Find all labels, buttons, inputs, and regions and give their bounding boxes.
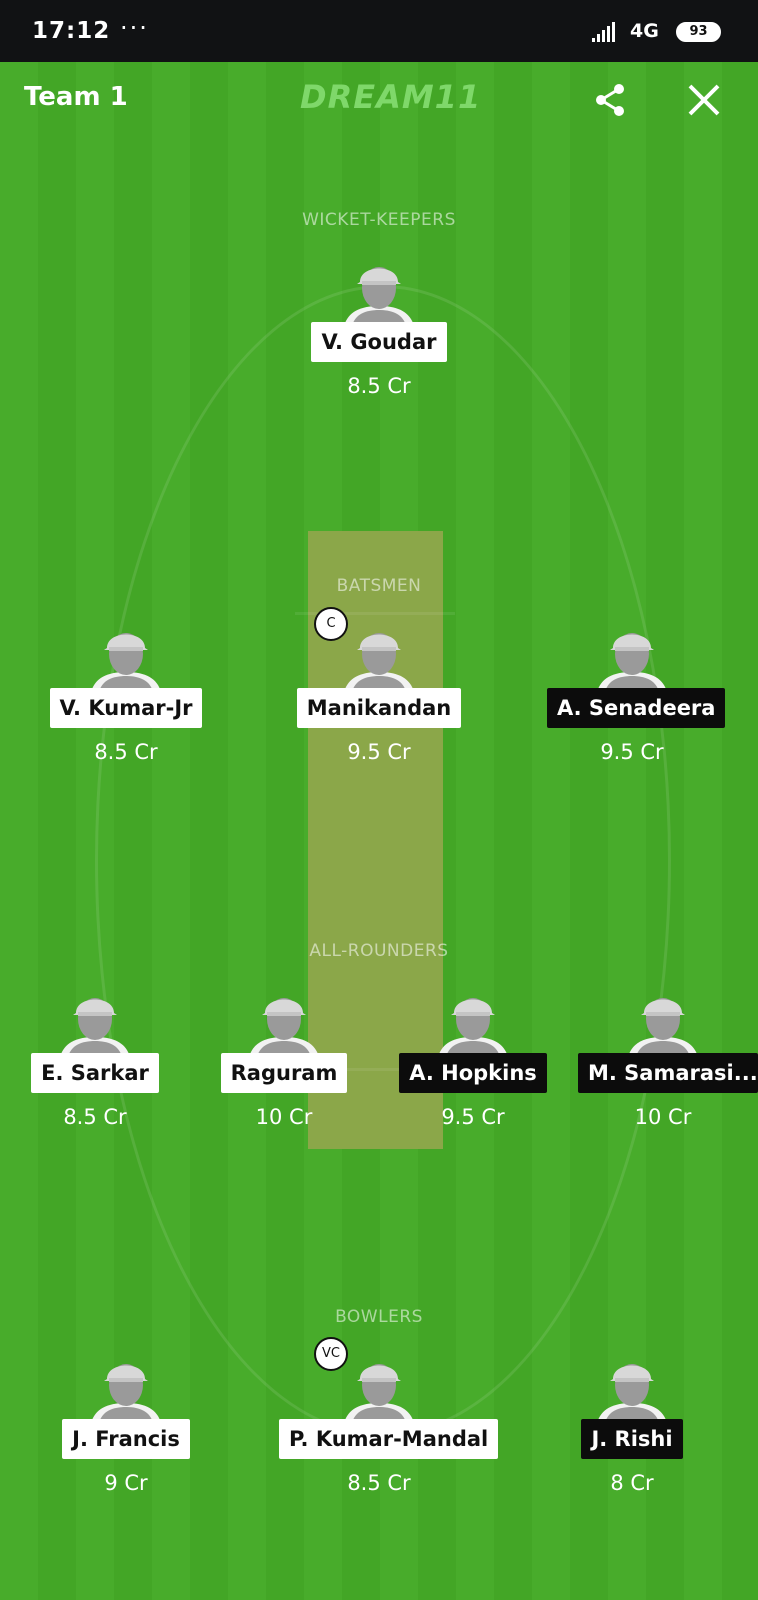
section-label-bowlers: BOWLERS [335,1307,423,1327]
captain-badge: C [314,607,348,641]
player-card[interactable]: E. Sarkar 8.5 Cr [10,985,180,1129]
player-credits: 10 Cr [634,1105,692,1129]
battery-indicator: 93 [676,22,721,42]
status-bar: 17:12 ··· 4G 93 [0,0,758,62]
player-silhouette-icon [60,998,130,1057]
share-icon[interactable] [592,82,628,118]
player-card[interactable]: J. Rishi 8 Cr [547,1351,717,1495]
player-silhouette-icon [249,998,319,1057]
player-credits: 8.5 Cr [347,374,411,398]
player-credits: 10 Cr [255,1105,313,1129]
player-silhouette-icon [597,1364,667,1423]
player-name: M. Samarasi... [578,1053,758,1093]
player-name: A. Hopkins [399,1053,547,1093]
section-label-all-rounders: ALL-ROUNDERS [309,941,449,961]
player-name: A. Senadeera [547,688,726,728]
dream11-logo: DREAM11 [300,78,482,116]
vice-captain-badge: VC [314,1337,348,1371]
player-credits: 8.5 Cr [63,1105,127,1129]
player-silhouette-icon [91,633,161,692]
player-silhouette-icon [344,633,414,692]
player-silhouette-icon [628,998,698,1057]
player-card[interactable]: A. Senadeera 9.5 Cr [547,620,726,764]
player-silhouette-icon [597,633,667,692]
player-name: P. Kumar-Mandal [279,1419,499,1459]
player-card[interactable]: M. Samarasi... 10 Cr [578,985,758,1129]
player-card[interactable]: Raguram 10 Cr [199,985,369,1129]
player-card[interactable]: Manikandan 9.5 Cr [294,620,464,764]
network-type: 4G [630,20,659,42]
player-card[interactable]: V. Goudar 8.5 Cr [294,254,464,398]
section-label-batsmen: BATSMEN [336,576,422,596]
player-silhouette-icon [344,1364,414,1423]
close-icon[interactable] [686,82,722,118]
player-credits: 9 Cr [104,1471,148,1495]
signal-icon [592,22,615,42]
section-label-wicket-keepers: WICKET-KEEPERS [302,210,456,230]
player-name: E. Sarkar [31,1053,159,1093]
player-silhouette-icon [438,998,508,1057]
player-credits: 8 Cr [610,1471,654,1495]
player-name: V. Goudar [311,322,447,362]
team-title: Team 1 [24,82,128,112]
player-name: Raguram [220,1053,348,1093]
player-name: J. Francis [62,1419,190,1459]
team-preview-screen: 17:12 ··· 4G 93 Team 1 DREAM11 WICKET-KE… [0,0,758,1600]
status-dots: ··· [120,14,149,42]
player-name: V. Kumar-Jr [49,688,203,728]
player-credits: 8.5 Cr [347,1471,411,1495]
player-credits: 8.5 Cr [94,740,158,764]
player-card[interactable]: P. Kumar-Mandal 8.5 Cr [279,1351,499,1495]
status-time: 17:12 [32,18,111,44]
player-silhouette-icon [344,267,414,326]
player-name: J. Rishi [581,1419,683,1459]
player-credits: 9.5 Cr [600,740,664,764]
player-card[interactable]: J. Francis 9 Cr [41,1351,211,1495]
player-credits: 9.5 Cr [347,740,411,764]
player-credits: 9.5 Cr [441,1105,505,1129]
player-silhouette-icon [91,1364,161,1423]
player-name: Manikandan [296,688,462,728]
player-card[interactable]: A. Hopkins 9.5 Cr [388,985,558,1129]
player-card[interactable]: V. Kumar-Jr 8.5 Cr [41,620,211,764]
